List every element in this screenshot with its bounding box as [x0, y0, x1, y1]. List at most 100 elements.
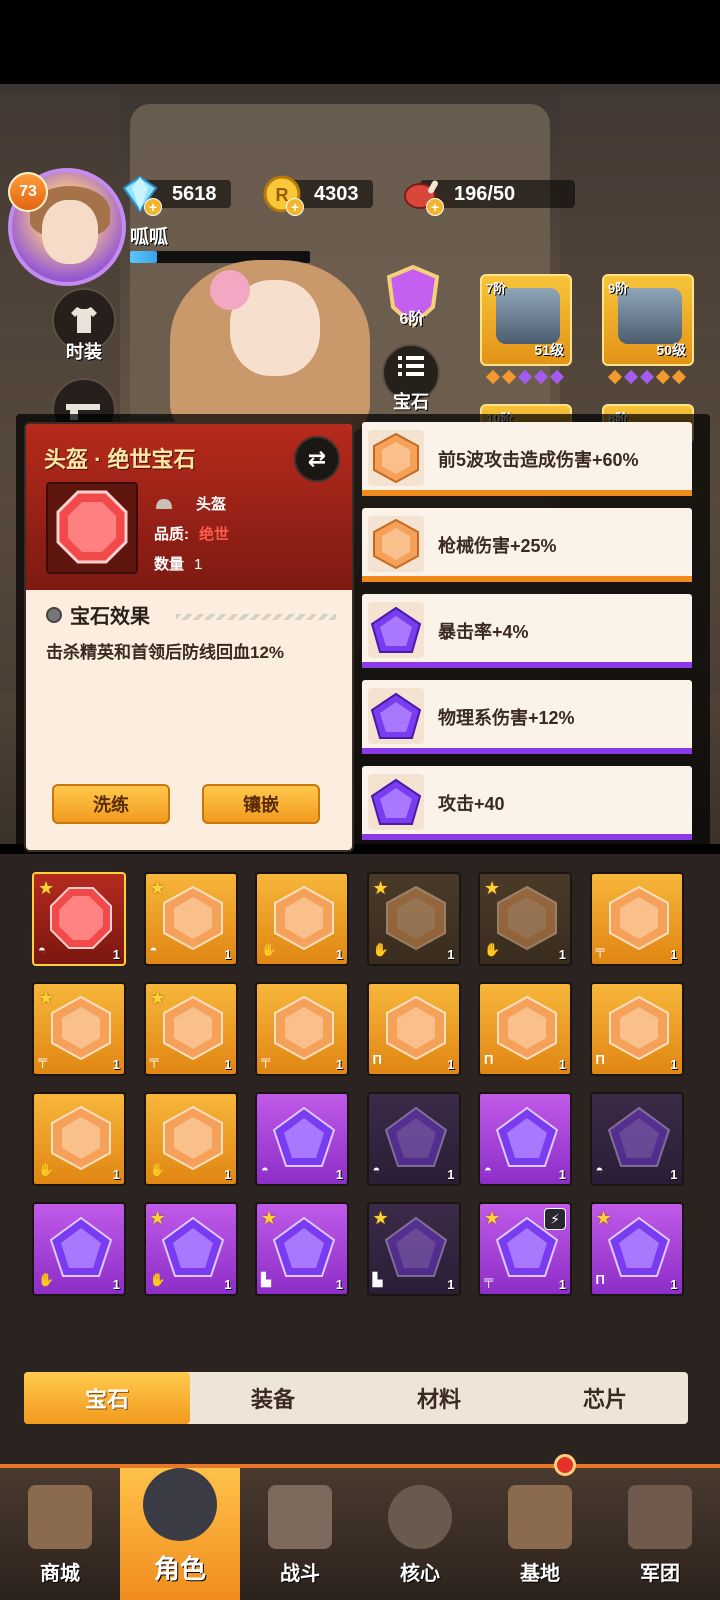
diamond-currency[interactable]: + 5618 — [120, 175, 231, 216]
helmet-type-icon: ◓ — [484, 1162, 492, 1177]
gem-inventory-cell[interactable]: ✋ 1 — [143, 1092, 238, 1186]
star-icon: ★ — [595, 1208, 612, 1228]
notification-dot — [554, 1454, 576, 1476]
red-octagon-gem-icon — [56, 490, 128, 564]
tab-equipment[interactable]: 装备 — [190, 1372, 356, 1424]
equipment-level: 51级 — [534, 342, 564, 358]
pants-type-icon: Π — [484, 1052, 494, 1067]
gem-inventory-cell[interactable]: ◓ 1 — [478, 1092, 572, 1186]
stamina-currency[interactable]: + 196/50 — [402, 176, 576, 216]
battle-icon — [268, 1485, 332, 1549]
gem-inventory-cell[interactable]: ★ ▙ 1 — [255, 1202, 349, 1296]
gem-inventory-cell[interactable]: ✋ 1 — [32, 1092, 126, 1186]
gem-inventory-cell[interactable]: ╤ 1 — [589, 872, 684, 966]
gem-inventory-cell[interactable]: Π1 — [366, 982, 461, 1076]
gem-inventory-cell[interactable]: ★ ▙ 1 — [366, 1202, 461, 1296]
glove-type-icon: ✋ — [484, 942, 501, 957]
glove-type-icon: ✋ — [149, 1272, 166, 1287]
attribute-row: 前5波攻击造成伤害+60% — [362, 422, 692, 496]
gem-count: 1 — [335, 1277, 343, 1292]
equipment-stage: 7阶 — [486, 281, 507, 296]
gem-inventory-cell[interactable]: Π1 — [478, 982, 572, 1076]
gem-count: 1 — [335, 1057, 343, 1072]
gem-inventory-cell[interactable]: ★ ✋ 1 — [366, 872, 461, 966]
gem-count: 1 — [558, 947, 566, 962]
gem-inventory-cell[interactable]: ◓ 1 — [255, 1092, 349, 1186]
star-icon: ★ — [372, 1208, 389, 1228]
tab-gems[interactable]: 宝石 — [24, 1372, 190, 1424]
gem-count: 1 — [558, 1057, 566, 1072]
helmet-type-icon: ◓ — [149, 942, 158, 957]
gem-inventory-cell[interactable]: ★ ╤ 1 — [143, 982, 238, 1076]
effect-bullet-icon — [46, 606, 62, 623]
nav-character[interactable]: 角色 — [120, 1468, 240, 1600]
gem-inventory-cell[interactable]: ★ ✋ 1 — [143, 1202, 238, 1296]
boot-type-icon: ▙ — [261, 1272, 271, 1287]
gem-inventory-cell[interactable]: ★ ╤ 1 — [32, 982, 126, 1076]
gem-inventory-cell[interactable]: ★ ◓ 1 — [32, 872, 126, 966]
gem-inventory-cell[interactable]: ★ ✋ 1 — [478, 872, 572, 966]
bottom-navigation: 商城 角色 战斗 核心 基地 军团 — [0, 1454, 720, 1600]
gem-menu-label: 宝石 — [393, 392, 429, 412]
gold-currency[interactable]: R + 4303 — [262, 175, 373, 216]
attribute-text: 暴击率+4% — [438, 622, 529, 642]
nav-base[interactable]: 基地 — [480, 1454, 600, 1600]
gem-panel-header: 头盔 · 绝世宝石 ⇄ 头盔 品质: 绝世 数量 1 — [26, 424, 352, 590]
gem-count: 1 — [335, 947, 343, 962]
gem-count: 1 — [335, 1167, 343, 1182]
glove-type-icon: ✋ — [261, 942, 278, 957]
gem-info: 头盔 品质: 绝世 数量 1 — [154, 490, 229, 580]
add-gold-icon[interactable]: + — [286, 198, 304, 216]
star-icon: ★ — [484, 1208, 501, 1228]
gem-count: 1 — [224, 1057, 232, 1072]
gem-count: 1 — [447, 947, 455, 962]
gem-inventory-grid: ★ ◓ 1 ★ ◓ 1 ✋ 1 ★ ✋ 1 ★ ✋ 1 ╤ 1 ★ ╤ 1 ★ ╤ 1 ╤ 1 Π 1 Π 1 Π 1 ✋ 1 ✋ 1 ◓ 1 ◓ 1 ◓ 1… — [0, 854, 720, 1350]
gem-count: 1 — [224, 1167, 232, 1182]
quality-value: 绝世 — [199, 526, 230, 543]
gem-count: 1 — [670, 1057, 678, 1072]
shirt-icon — [71, 307, 97, 333]
equipment-stage: 9阶 — [608, 281, 629, 296]
nav-shop[interactable]: 商城 — [0, 1468, 120, 1600]
gem-count: 1 — [224, 947, 232, 962]
nav-battle[interactable]: 战斗 — [240, 1468, 360, 1600]
equipment-card-gloves[interactable]: 9阶 50级 — [602, 274, 694, 366]
inlay-button[interactable]: 镶嵌 — [202, 784, 320, 824]
gem-inventory-cell[interactable]: ✋ 1 — [32, 1202, 126, 1296]
gem-inventory-cell[interactable]: ★ ⚡ ╤ 1 — [478, 1202, 572, 1296]
gun-type-icon: ╤ — [38, 1052, 48, 1067]
orange-hexagon-gem-icon — [368, 516, 424, 572]
gem-inventory-cell[interactable]: ◓ 1 — [366, 1092, 461, 1186]
equipment-card-helmet[interactable]: 7阶 51级 — [480, 274, 572, 366]
gem-count: 1 — [670, 1277, 678, 1292]
status-bar — [0, 0, 720, 84]
gem-inventory-cell[interactable]: ╤ 1 — [255, 982, 349, 1076]
swap-button[interactable]: ⇄ — [294, 436, 340, 482]
tab-materials[interactable]: 材料 — [356, 1372, 522, 1424]
gem-inventory-cell[interactable]: ✋ 1 — [255, 872, 349, 966]
gem-count: 1 — [670, 1167, 678, 1182]
gun-type-icon: ╤ — [261, 1052, 271, 1067]
gem-inventory-cell[interactable]: Π1 — [589, 982, 684, 1076]
attribute-row: 攻击+40 — [362, 766, 692, 840]
gem-inventory-cell[interactable]: ◓ 1 — [589, 1092, 684, 1186]
list-icon — [398, 356, 424, 376]
equipment-gem-slots — [607, 369, 687, 386]
gem-count: 1 — [112, 1057, 120, 1072]
add-stamina-icon[interactable]: + — [426, 198, 444, 216]
gem-count: 1 — [112, 1277, 120, 1292]
gem-inventory-cell[interactable]: ★ ◓ 1 — [143, 872, 238, 966]
pants-type-icon: Π — [595, 1052, 605, 1067]
star-icon: ★ — [38, 878, 55, 898]
attribute-row: 物理系伤害+12% — [362, 680, 692, 754]
tab-chips[interactable]: 芯片 — [522, 1372, 688, 1424]
add-diamond-icon[interactable]: + — [144, 198, 162, 216]
nav-legion[interactable]: 军团 — [600, 1468, 720, 1600]
nav-core[interactable]: 核心 — [360, 1468, 480, 1600]
gem-inventory-cell[interactable]: ★ Π 1 — [589, 1202, 684, 1296]
star-icon: ★ — [149, 878, 166, 898]
pants-type-icon: Π — [595, 1272, 605, 1287]
locked-icon: ⚡ — [544, 1208, 566, 1230]
attribute-text: 枪械伤害+25% — [438, 536, 557, 556]
refine-button[interactable]: 洗练 — [52, 784, 170, 824]
